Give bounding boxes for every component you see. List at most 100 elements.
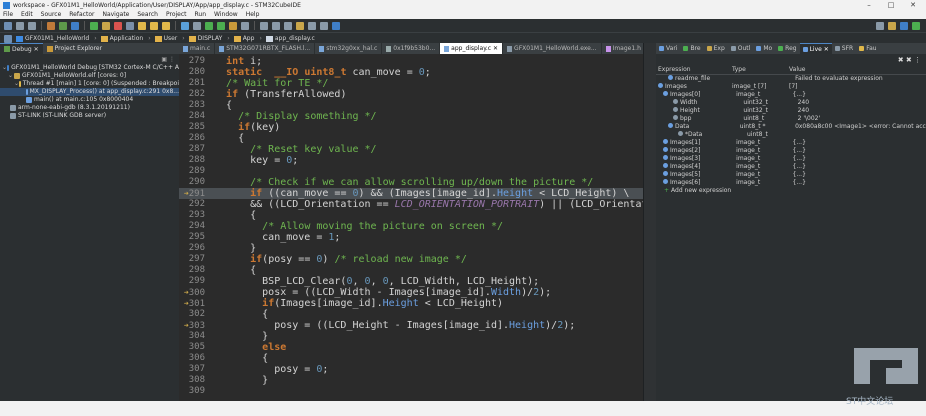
step-into-icon[interactable] xyxy=(138,21,146,30)
column-type[interactable]: Type xyxy=(732,65,789,74)
open-folder-icon[interactable] xyxy=(229,21,237,30)
line-number[interactable]: 297 xyxy=(179,254,205,265)
line-number[interactable]: ➜303 xyxy=(179,320,205,331)
perspective-icon[interactable] xyxy=(888,21,896,30)
tab-expressions[interactable]: Exp xyxy=(704,43,728,54)
tree-item[interactable]: ⌄ Thread #1 [main] 1 [core: 0] (Suspende… xyxy=(0,80,179,88)
expression-row[interactable]: Images image_t [7] [7] xyxy=(656,83,926,91)
terminate-icon[interactable] xyxy=(114,21,122,30)
tab-debug[interactable]: Debug ✕ xyxy=(0,42,43,55)
expression-row[interactable]: Height uint32_t 240 xyxy=(656,107,926,115)
new-icon[interactable] xyxy=(4,21,12,30)
line-number[interactable]: 286 xyxy=(179,133,205,144)
code-line[interactable]: 288 key = 0; xyxy=(179,155,643,166)
line-number[interactable]: 284 xyxy=(179,111,205,122)
code-line[interactable]: 295 can_move = 1; xyxy=(179,232,643,243)
code-line[interactable]: 286 { xyxy=(179,133,643,144)
breadcrumb-item-application[interactable]: Application xyxy=(99,35,143,42)
expression-row[interactable]: *Data uint8_t xyxy=(656,131,926,139)
menu-help[interactable]: Help xyxy=(246,11,260,18)
breadcrumb-item-app[interactable]: App xyxy=(232,35,254,42)
editor-tab-hal-c[interactable]: stm32g0xx_hal.c xyxy=(315,43,383,54)
editor-tab-exe[interactable]: GFX01M1_HelloWorld.exe... xyxy=(503,43,602,54)
tree-item-selected-frame[interactable]: MX_DISPLAY_Process() at app_display.c:29… xyxy=(0,88,179,96)
expression-row[interactable]: Images[0] image_t {...} xyxy=(656,91,926,99)
run-icon[interactable] xyxy=(205,21,213,30)
line-number[interactable]: 298 xyxy=(179,265,205,276)
menu-run[interactable]: Run xyxy=(195,11,207,18)
expression-row[interactable]: Images[5] image_t {...} xyxy=(656,171,926,179)
line-number[interactable]: 280 xyxy=(179,67,205,78)
code-line[interactable]: ➜291 if ((can_move == 0) && (Images[imag… xyxy=(179,188,643,199)
code-line[interactable]: 302 { xyxy=(179,309,643,320)
info-icon[interactable] xyxy=(332,21,340,30)
line-number[interactable]: 292 xyxy=(179,199,205,210)
menu-refactor[interactable]: Refactor xyxy=(69,11,94,18)
line-number[interactable]: ➜300 xyxy=(179,287,205,298)
expression-row[interactable]: Images[4] image_t {...} xyxy=(656,163,926,171)
code-line[interactable]: 294 /* Allow moving the picture on scree… xyxy=(179,221,643,232)
expression-row[interactable]: Images[6] image_t {...} xyxy=(656,179,926,187)
line-number[interactable]: 308 xyxy=(179,375,205,386)
minimize-button[interactable]: – xyxy=(858,0,880,10)
line-number[interactable]: 288 xyxy=(179,155,205,166)
line-number[interactable]: 283 xyxy=(179,100,205,111)
maximize-button[interactable]: □ xyxy=(880,0,902,10)
code-line[interactable]: ➜300 posx = ((LCD_Width - Images[image_i… xyxy=(179,287,643,298)
annotation-icon[interactable] xyxy=(260,21,268,30)
restart-icon[interactable] xyxy=(193,21,201,30)
line-number[interactable]: 296 xyxy=(179,243,205,254)
code-line[interactable]: 287 /* Reset key value */ xyxy=(179,144,643,155)
prev-annotation-icon[interactable] xyxy=(284,21,292,30)
code-line[interactable]: 293 { xyxy=(179,210,643,221)
code-line[interactable]: 308 } xyxy=(179,375,643,386)
code-line[interactable]: 299 BSP_LCD_Clear(0, 0, 0, LCD_Width, LC… xyxy=(179,276,643,287)
save-icon[interactable] xyxy=(16,21,24,30)
expression-row[interactable]: readme_file Failed to evaluate expression xyxy=(656,75,926,83)
line-number[interactable]: ➜301 xyxy=(179,298,205,309)
save-all-icon[interactable] xyxy=(28,21,36,30)
breadcrumb-item-user[interactable]: User xyxy=(153,35,177,42)
expression-row[interactable]: Data uint8_t * 0x080a8c00 <Image1> <error:… xyxy=(656,123,926,131)
menu-search[interactable]: Search xyxy=(137,11,158,18)
code-line[interactable]: 292 && ((LCD_Orientation == LCD_ORIENTAT… xyxy=(179,199,643,210)
line-number[interactable]: 305 xyxy=(179,342,205,353)
collapse-all-icon[interactable]: ▣ xyxy=(161,56,167,63)
line-number[interactable]: 302 xyxy=(179,309,205,320)
code-line[interactable]: 309 xyxy=(179,386,643,397)
tree-item[interactable]: ⌄ GFX01M1_HelloWorld.elf [cores: 0] xyxy=(0,72,179,80)
breadcrumb-item-file[interactable]: app_display.c xyxy=(264,35,315,42)
line-number[interactable]: 309 xyxy=(179,386,205,397)
forward-icon[interactable] xyxy=(308,21,316,30)
tab-variables[interactable]: Vari xyxy=(656,43,680,54)
tab-fault-analyzer[interactable]: Fau xyxy=(856,43,879,54)
code-line[interactable]: 285 if(key) xyxy=(179,122,643,133)
editor-overview-ruler[interactable] xyxy=(643,43,657,401)
tab-sfr[interactable]: SFR xyxy=(832,43,856,54)
column-value[interactable]: Value xyxy=(789,65,924,74)
line-number[interactable]: 299 xyxy=(179,276,205,287)
cpp-perspective-icon[interactable] xyxy=(900,21,908,30)
menu-navigate[interactable]: Navigate xyxy=(102,11,129,18)
line-number[interactable]: 287 xyxy=(179,144,205,155)
line-number[interactable]: 281 xyxy=(179,78,205,89)
menu-window[interactable]: Window xyxy=(214,11,238,18)
editor-tab-linker-script[interactable]: STM32G071RBTX_FLASH.l... xyxy=(215,43,316,54)
search-toolbar-icon[interactable] xyxy=(241,21,249,30)
pin-editor-icon[interactable] xyxy=(320,21,328,30)
instruction-step-icon[interactable] xyxy=(181,21,189,30)
tree-item[interactable]: ⌄ GFX01M1_HelloWorld Debug [STM32 Cortex… xyxy=(0,64,179,72)
editor-tab-image1-h[interactable]: Image1.h xyxy=(602,43,643,54)
menu-project[interactable]: Project xyxy=(166,11,187,18)
line-number[interactable]: 294 xyxy=(179,221,205,232)
line-number[interactable]: 285 xyxy=(179,122,205,133)
code-line[interactable]: 298 { xyxy=(179,265,643,276)
tab-live-expressions[interactable]: Live ✕ xyxy=(799,43,832,54)
code-line[interactable]: 282 if (TransferAllowed) xyxy=(179,89,643,100)
code-line[interactable]: ➜303 posy = ((LCD_Height - Images[image_… xyxy=(179,320,643,331)
code-line[interactable]: 280 static __IO uint8_t can_move = 0; xyxy=(179,67,643,78)
line-number[interactable]: ➜291 xyxy=(179,188,205,199)
line-number[interactable]: 295 xyxy=(179,232,205,243)
expression-row[interactable]: Images[1] image_t {...} xyxy=(656,139,926,147)
suspend-icon[interactable] xyxy=(102,21,110,30)
